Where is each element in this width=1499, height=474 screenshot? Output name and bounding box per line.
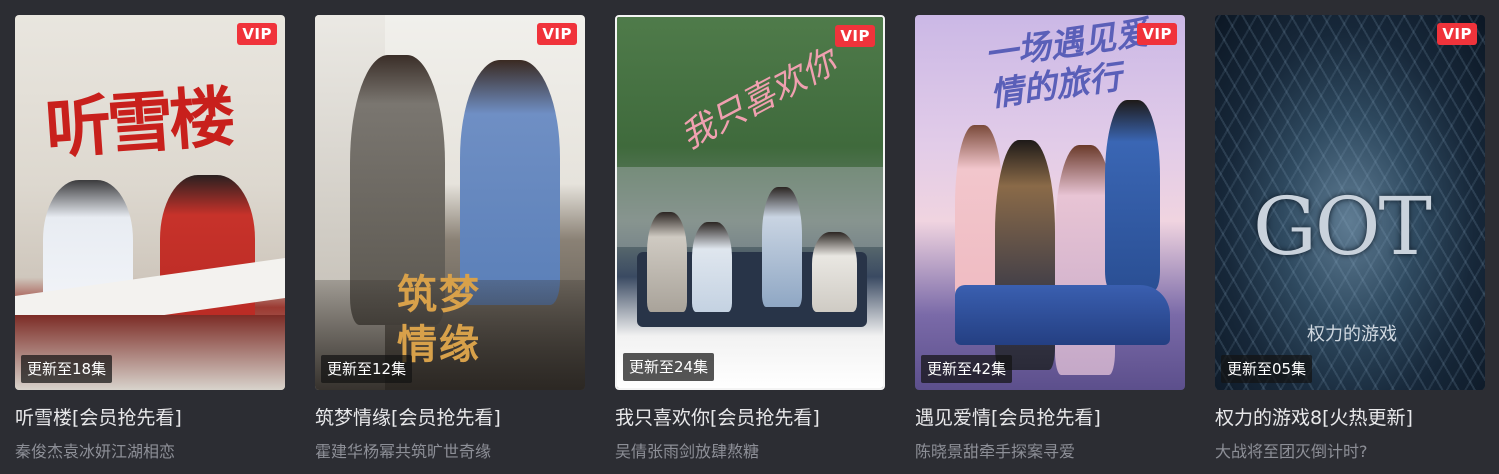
drama-grid: 听雪楼 VIP 更新至18集 听雪楼[会员抢先看] 秦俊杰袁冰妍江湖相恋 筑梦情… — [0, 0, 1499, 474]
poster-title: 听雪楼 — [42, 77, 234, 169]
episode-badge: 更新至24集 — [623, 353, 715, 381]
poster[interactable]: 我只喜欢你 VIP 更新至24集 — [615, 15, 885, 390]
episode-badge: 更新至18集 — [21, 355, 113, 383]
poster[interactable]: 听雪楼 VIP 更新至18集 — [15, 15, 285, 390]
vip-badge: VIP — [835, 25, 875, 47]
episode-badge: 更新至12集 — [321, 355, 413, 383]
drama-title[interactable]: 遇见爱情[会员抢先看] — [915, 405, 1195, 431]
drama-card[interactable]: GOT 权力的游戏 VIP 更新至05集 权力的游戏8[火热更新] 大战将至团灭… — [1215, 15, 1485, 470]
drama-title[interactable]: 我只喜欢你[会员抢先看] — [615, 405, 895, 431]
poster-image: 听雪楼 — [15, 15, 285, 390]
poster-title: 我只喜欢你 — [674, 42, 844, 158]
drama-subtitle: 秦俊杰袁冰妍江湖相恋 — [15, 442, 176, 461]
drama-title[interactable]: 听雪楼[会员抢先看] — [15, 405, 295, 431]
drama-subtitle: 霍建华杨幂共筑旷世奇缘 — [315, 442, 492, 461]
drama-title[interactable]: 权力的游戏8[火热更新] — [1215, 405, 1495, 431]
poster[interactable]: GOT 权力的游戏 VIP 更新至05集 — [1215, 15, 1485, 390]
vip-badge: VIP — [237, 23, 277, 45]
poster-subtitle: 权力的游戏 — [1307, 324, 1397, 345]
poster-image: 我只喜欢你 — [617, 17, 883, 388]
poster-image: GOT 权力的游戏 — [1215, 15, 1485, 390]
vip-badge: VIP — [1137, 23, 1177, 45]
drama-card[interactable]: 一场遇见爱情的旅行 VIP 更新至42集 遇见爱情[会员抢先看] 陈晓景甜牵手探… — [915, 15, 1185, 470]
poster[interactable]: 筑梦情缘 VIP 更新至12集 — [315, 15, 585, 390]
poster-title: 筑梦情缘 — [397, 271, 481, 368]
poster[interactable]: 一场遇见爱情的旅行 VIP 更新至42集 — [915, 15, 1185, 390]
vip-badge: VIP — [537, 23, 577, 45]
drama-card[interactable]: 筑梦情缘 VIP 更新至12集 筑梦情缘[会员抢先看] 霍建华杨幂共筑旷世奇缘 — [315, 15, 585, 470]
episode-badge: 更新至05集 — [1221, 355, 1313, 383]
drama-subtitle: 大战将至团灭倒计时? — [1215, 442, 1368, 461]
vip-badge: VIP — [1437, 23, 1477, 45]
drama-card[interactable]: 我只喜欢你 VIP 更新至24集 我只喜欢你[会员抢先看] 吴倩张雨剑放肆熬糖 — [615, 15, 885, 470]
drama-card[interactable]: 听雪楼 VIP 更新至18集 听雪楼[会员抢先看] 秦俊杰袁冰妍江湖相恋 — [15, 15, 285, 470]
poster-image: 一场遇见爱情的旅行 — [915, 15, 1185, 390]
poster-title: GOT — [1253, 180, 1432, 273]
drama-subtitle: 吴倩张雨剑放肆熬糖 — [615, 442, 760, 461]
episode-badge: 更新至42集 — [921, 355, 1013, 383]
poster-image: 筑梦情缘 — [315, 15, 585, 390]
drama-subtitle: 陈晓景甜牵手探案寻爱 — [915, 442, 1076, 461]
drama-title[interactable]: 筑梦情缘[会员抢先看] — [315, 405, 595, 431]
